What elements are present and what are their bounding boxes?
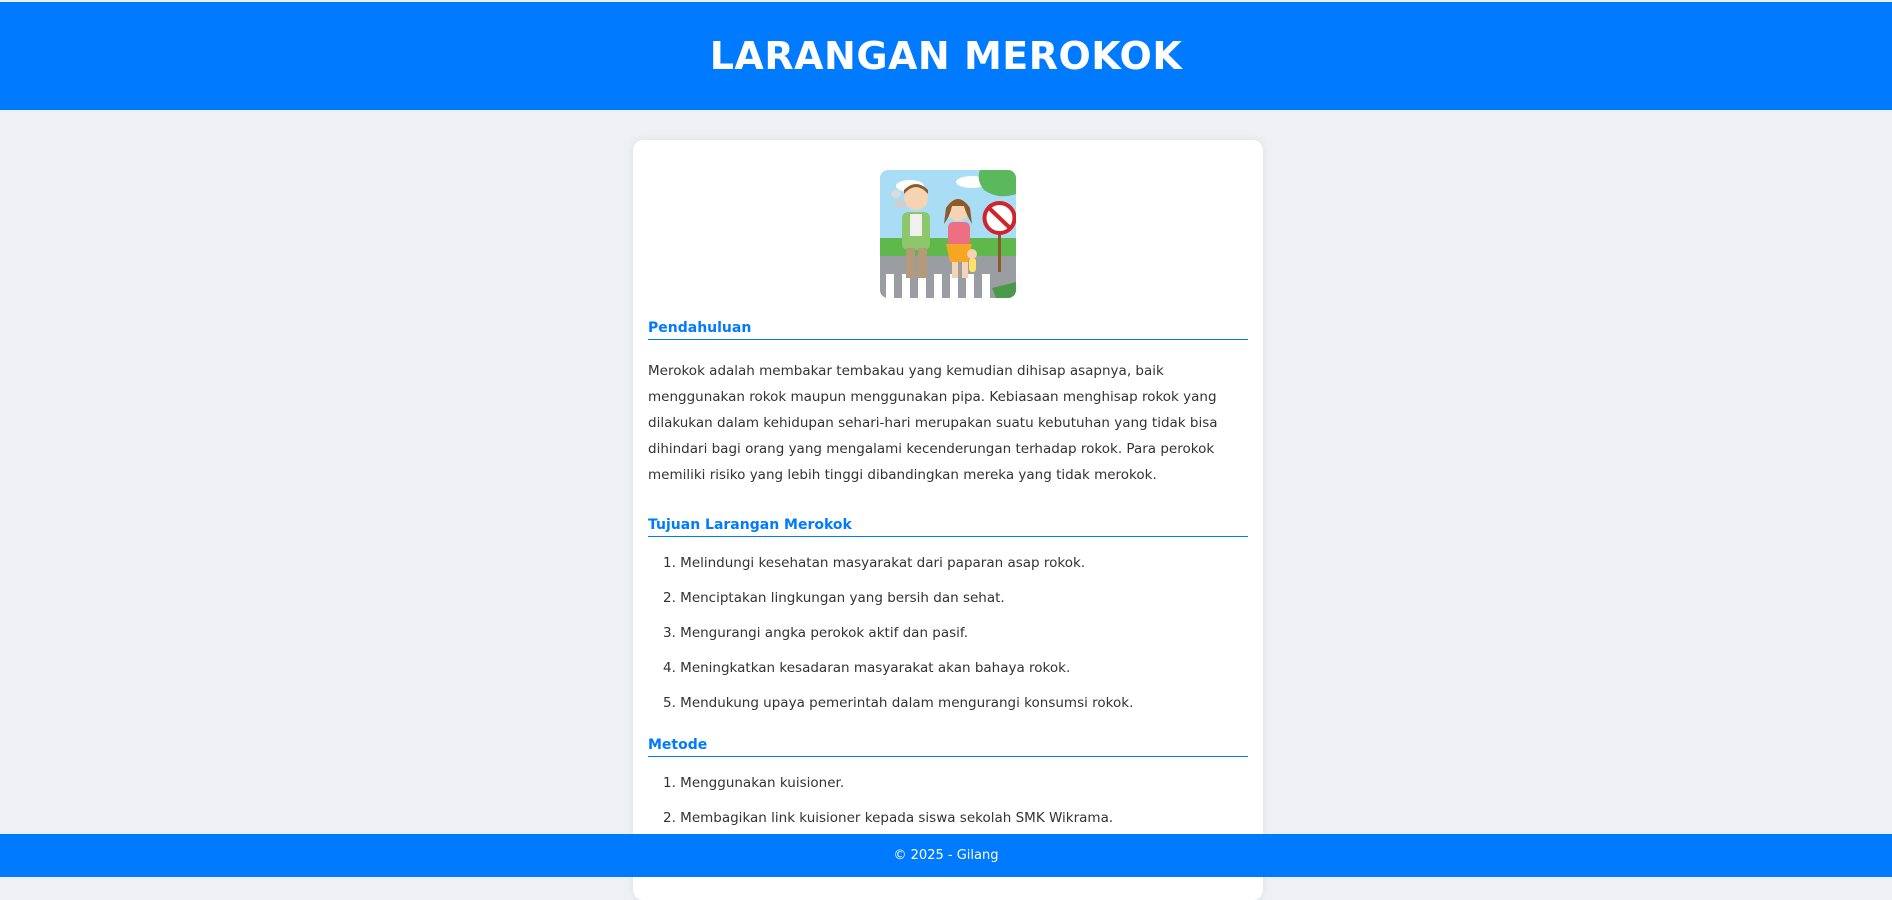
content-card: Pendahuluan Merokok adalah membakar temb… [633,140,1263,900]
intro-paragraph: Merokok adalah membakar tembakau yang ke… [648,363,1218,483]
goals-section-title: Tujuan Larangan Merokok [648,517,1248,537]
page-footer: © 2025 - Gilang [0,834,1892,877]
list-item: 3. Mengurangi angka perokok aktif dan pa… [663,625,968,641]
list-item: 1. Melindungi kesehatan masyarakat dari … [663,555,1086,571]
goals-list: 1. Melindungi kesehatan masyarakat dari … [648,555,1248,712]
list-item: 5. Mendukung upaya pemerintah dalam meng… [663,695,1134,711]
intro-section-title: Pendahuluan [648,320,1248,340]
method-section-title: Metode [648,737,1248,757]
page-title: LARANGAN MEROKOK [709,34,1183,78]
list-item: 2. Membagikan link kuisioner kepada sisw… [663,810,1114,826]
page-header: LARANGAN MEROKOK [0,2,1892,110]
list-item: 2. Menciptakan lingkungan yang bersih da… [663,590,1005,606]
no-smoking-illustration [880,170,1016,298]
list-item: 4. Meningkatkan kesadaran masyarakat aka… [663,660,1071,676]
list-item: 1. Menggunakan kuisioner. [663,775,845,791]
method-list: 1. Menggunakan kuisioner. 2. Membagikan … [648,775,1248,827]
copyright-text: © 2025 - Gilang [893,848,999,863]
